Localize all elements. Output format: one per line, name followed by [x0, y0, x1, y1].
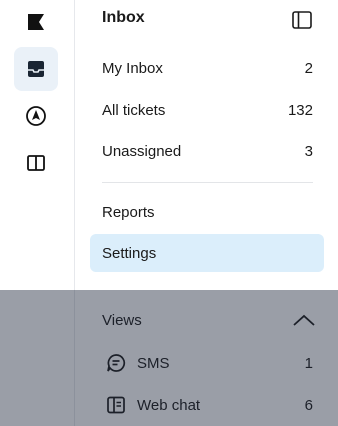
sidebar-panel-icon	[27, 155, 45, 171]
view-item-sms[interactable]: SMS 1	[90, 345, 324, 381]
collapse-sidebar-icon	[292, 11, 312, 29]
nav-item-label: All tickets	[102, 101, 166, 119]
nav-item-all-tickets[interactable]: All tickets 132	[90, 91, 324, 129]
navigation-icon-button[interactable]	[14, 94, 58, 138]
collapse-sidebar-button[interactable]	[290, 8, 314, 32]
view-item-count: 1	[304, 354, 313, 372]
nav-item-count: 2	[304, 59, 313, 77]
navigation-icon	[26, 106, 46, 126]
icon-rail	[0, 0, 75, 426]
nav-item-count: 132	[287, 101, 313, 119]
nav-item-count: 3	[304, 142, 313, 160]
nav-item-settings[interactable]: Settings	[90, 234, 324, 272]
nav-item-label: Reports	[102, 203, 155, 221]
nav-item-label: Unassigned	[102, 142, 182, 160]
nav-item-unassigned[interactable]: Unassigned 3	[90, 132, 324, 170]
view-item-label: SMS	[137, 354, 170, 372]
nav-item-reports[interactable]: Reports	[90, 193, 324, 231]
views-label: Views	[102, 311, 142, 329]
inbox-icon-button[interactable]	[14, 47, 58, 91]
divider	[102, 182, 313, 183]
views-section-header[interactable]: Views	[90, 301, 324, 339]
flag-icon	[28, 14, 44, 30]
view-item-count: 6	[304, 396, 313, 414]
message-icon	[106, 353, 126, 373]
flag-icon-button[interactable]	[14, 0, 58, 44]
inbox-icon	[28, 61, 44, 77]
web-chat-icon	[106, 395, 126, 415]
inbox-panel: Inbox My Inbox 2 All tickets 132 Unassig…	[76, 0, 338, 426]
nav-item-my-inbox[interactable]: My Inbox 2	[90, 49, 324, 87]
chevron-up-icon	[293, 314, 315, 326]
view-item-web-chat[interactable]: Web chat 6	[90, 387, 324, 423]
view-item-label: Web chat	[137, 396, 201, 414]
nav-item-label: My Inbox	[102, 59, 163, 77]
panel-title: Inbox	[102, 9, 145, 26]
sidebar-panel-icon-button[interactable]	[14, 141, 58, 185]
nav-item-label: Settings	[102, 244, 157, 262]
